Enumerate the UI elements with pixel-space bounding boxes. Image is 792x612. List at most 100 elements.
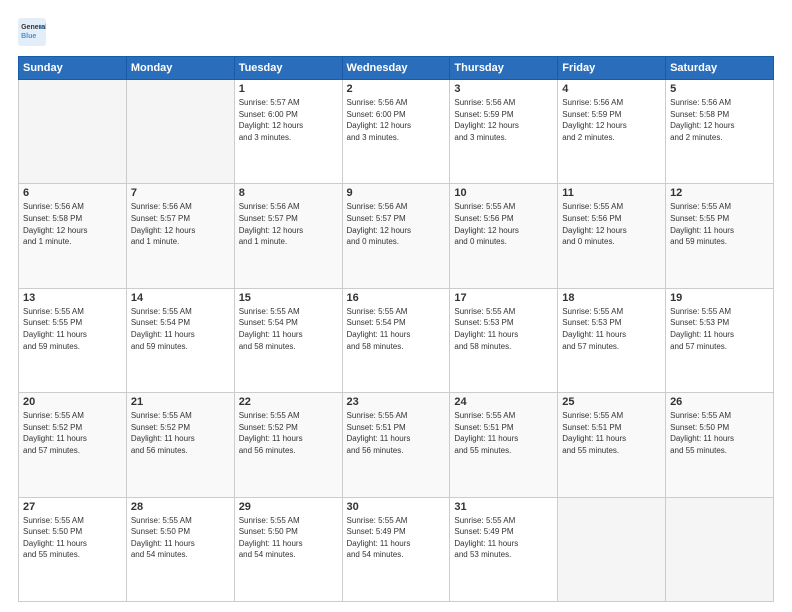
calendar-cell: 13 Sunrise: 5:55 AM Sunset: 5:55 PM Dayli…	[19, 288, 127, 392]
calendar-cell: 5Sunrise: 5:56 AM Sunset: 5:58 PM Daylig…	[666, 80, 774, 184]
day-info: Sunrise: 5:56 AM Sunset: 5:58 PM Dayligh…	[23, 201, 122, 247]
calendar-cell: 8Sunrise: 5:56 AM Sunset: 5:57 PM Daylig…	[234, 184, 342, 288]
calendar-cell: 31 Sunrise: 5:55 AM Sunset: 5:49 PM Dayli…	[450, 497, 558, 601]
day-number: 29	[239, 501, 338, 513]
calendar-cell: 19 Sunrise: 5:55 AM Sunset: 5:53 PM Dayli…	[666, 288, 774, 392]
calendar-header-monday: Monday	[126, 57, 234, 80]
day-number: 27	[23, 501, 122, 513]
day-number: 11	[562, 187, 661, 199]
calendar-cell: 20Sunrise: 5:55 AM Sunset: 5:52 PM Dayli…	[19, 393, 127, 497]
calendar-cell: 1 Sunrise: 5:57 AM Sunset: 6:00 PM Daylig…	[234, 80, 342, 184]
day-number: 3	[454, 83, 553, 95]
calendar-week-2: 6 Sunrise: 5:56 AM Sunset: 5:58 PM Daylig…	[19, 184, 774, 288]
day-info: Sunrise: 5:55 AM Sunset: 5:49 PM Dayligh…	[347, 515, 446, 561]
day-number: 14	[131, 292, 230, 304]
day-number: 1	[239, 83, 338, 95]
day-info: Sunrise: 5:55 AM Sunset: 5:51 PM Dayligh…	[562, 410, 661, 456]
calendar-week-5: 27 Sunrise: 5:55 AM Sunset: 5:50 PM Dayli…	[19, 497, 774, 601]
calendar-cell: 30Sunrise: 5:55 AM Sunset: 5:49 PM Dayli…	[342, 497, 450, 601]
calendar-cell: 25 Sunrise: 5:55 AM Sunset: 5:51 PM Dayli…	[558, 393, 666, 497]
calendar-cell: 17Sunrise: 5:55 AM Sunset: 5:53 PM Dayli…	[450, 288, 558, 392]
day-info: Sunrise: 5:55 AM Sunset: 5:50 PM Dayligh…	[23, 515, 122, 561]
calendar-cell: 6 Sunrise: 5:56 AM Sunset: 5:58 PM Daylig…	[19, 184, 127, 288]
day-number: 5	[670, 83, 769, 95]
day-number: 23	[347, 396, 446, 408]
calendar-cell: 29 Sunrise: 5:55 AM Sunset: 5:50 PM Dayli…	[234, 497, 342, 601]
day-number: 22	[239, 396, 338, 408]
calendar-cell: 24Sunrise: 5:55 AM Sunset: 5:51 PM Dayli…	[450, 393, 558, 497]
svg-text:Blue: Blue	[21, 33, 36, 40]
calendar-cell: 16 Sunrise: 5:55 AM Sunset: 5:54 PM Dayli…	[342, 288, 450, 392]
day-number: 17	[454, 292, 553, 304]
calendar-cell: 23 Sunrise: 5:55 AM Sunset: 5:51 PM Dayli…	[342, 393, 450, 497]
calendar-cell: 7 Sunrise: 5:56 AM Sunset: 5:57 PM Daylig…	[126, 184, 234, 288]
page: General Blue SundayMondayTuesdayWednesda…	[0, 0, 792, 612]
calendar-cell: 22 Sunrise: 5:55 AM Sunset: 5:52 PM Dayli…	[234, 393, 342, 497]
header: General Blue	[18, 18, 774, 46]
logo: General Blue	[18, 18, 50, 46]
day-info: Sunrise: 5:55 AM Sunset: 5:49 PM Dayligh…	[454, 515, 553, 561]
day-info: Sunrise: 5:55 AM Sunset: 5:54 PM Dayligh…	[347, 306, 446, 352]
day-number: 9	[347, 187, 446, 199]
calendar-header-sunday: Sunday	[19, 57, 127, 80]
day-info: Sunrise: 5:55 AM Sunset: 5:52 PM Dayligh…	[131, 410, 230, 456]
day-info: Sunrise: 5:55 AM Sunset: 5:54 PM Dayligh…	[239, 306, 338, 352]
day-number: 6	[23, 187, 122, 199]
calendar-header-thursday: Thursday	[450, 57, 558, 80]
day-info: Sunrise: 5:55 AM Sunset: 5:54 PM Dayligh…	[131, 306, 230, 352]
day-number: 31	[454, 501, 553, 513]
calendar-cell: 3 Sunrise: 5:56 AM Sunset: 5:59 PM Daylig…	[450, 80, 558, 184]
day-info: Sunrise: 5:55 AM Sunset: 5:53 PM Dayligh…	[670, 306, 769, 352]
day-number: 10	[454, 187, 553, 199]
calendar-header-saturday: Saturday	[666, 57, 774, 80]
day-info: Sunrise: 5:55 AM Sunset: 5:53 PM Dayligh…	[562, 306, 661, 352]
calendar-cell: 28 Sunrise: 5:55 AM Sunset: 5:50 PM Dayli…	[126, 497, 234, 601]
calendar-cell: 14 Sunrise: 5:55 AM Sunset: 5:54 PM Dayli…	[126, 288, 234, 392]
day-number: 26	[670, 396, 769, 408]
day-info: Sunrise: 5:56 AM Sunset: 5:59 PM Dayligh…	[562, 97, 661, 143]
calendar-cell: 12 Sunrise: 5:55 AM Sunset: 5:55 PM Dayli…	[666, 184, 774, 288]
day-info: Sunrise: 5:55 AM Sunset: 5:51 PM Dayligh…	[347, 410, 446, 456]
calendar-cell: 27 Sunrise: 5:55 AM Sunset: 5:50 PM Dayli…	[19, 497, 127, 601]
calendar-header-row: SundayMondayTuesdayWednesdayThursdayFrid…	[19, 57, 774, 80]
calendar-week-1: 1 Sunrise: 5:57 AM Sunset: 6:00 PM Daylig…	[19, 80, 774, 184]
day-info: Sunrise: 5:56 AM Sunset: 5:57 PM Dayligh…	[347, 201, 446, 247]
calendar-cell	[126, 80, 234, 184]
day-number: 4	[562, 83, 661, 95]
calendar-week-3: 13 Sunrise: 5:55 AM Sunset: 5:55 PM Dayli…	[19, 288, 774, 392]
calendar-cell: 10Sunrise: 5:55 AM Sunset: 5:56 PM Dayli…	[450, 184, 558, 288]
day-number: 7	[131, 187, 230, 199]
calendar-cell: 21Sunrise: 5:55 AM Sunset: 5:52 PM Dayli…	[126, 393, 234, 497]
calendar-cell: 15 Sunrise: 5:55 AM Sunset: 5:54 PM Dayli…	[234, 288, 342, 392]
day-info: Sunrise: 5:55 AM Sunset: 5:55 PM Dayligh…	[670, 201, 769, 247]
day-info: Sunrise: 5:56 AM Sunset: 5:59 PM Dayligh…	[454, 97, 553, 143]
day-info: Sunrise: 5:56 AM Sunset: 6:00 PM Dayligh…	[347, 97, 446, 143]
logo-icon: General Blue	[18, 18, 46, 46]
day-info: Sunrise: 5:55 AM Sunset: 5:55 PM Dayligh…	[23, 306, 122, 352]
day-number: 15	[239, 292, 338, 304]
calendar-week-4: 20Sunrise: 5:55 AM Sunset: 5:52 PM Dayli…	[19, 393, 774, 497]
day-number: 12	[670, 187, 769, 199]
day-number: 28	[131, 501, 230, 513]
calendar-cell	[19, 80, 127, 184]
day-number: 24	[454, 396, 553, 408]
day-info: Sunrise: 5:57 AM Sunset: 6:00 PM Dayligh…	[239, 97, 338, 143]
calendar-cell: 11 Sunrise: 5:55 AM Sunset: 5:56 PM Dayli…	[558, 184, 666, 288]
day-info: Sunrise: 5:55 AM Sunset: 5:50 PM Dayligh…	[239, 515, 338, 561]
calendar-cell	[558, 497, 666, 601]
day-number: 8	[239, 187, 338, 199]
day-number: 19	[670, 292, 769, 304]
calendar-header-wednesday: Wednesday	[342, 57, 450, 80]
day-number: 25	[562, 396, 661, 408]
day-info: Sunrise: 5:55 AM Sunset: 5:50 PM Dayligh…	[670, 410, 769, 456]
day-number: 13	[23, 292, 122, 304]
day-info: Sunrise: 5:55 AM Sunset: 5:56 PM Dayligh…	[562, 201, 661, 247]
calendar-table: SundayMondayTuesdayWednesdayThursdayFrid…	[18, 56, 774, 602]
calendar-cell: 9 Sunrise: 5:56 AM Sunset: 5:57 PM Daylig…	[342, 184, 450, 288]
day-info: Sunrise: 5:55 AM Sunset: 5:52 PM Dayligh…	[239, 410, 338, 456]
day-number: 16	[347, 292, 446, 304]
calendar-cell: 26 Sunrise: 5:55 AM Sunset: 5:50 PM Dayli…	[666, 393, 774, 497]
calendar-cell: 2Sunrise: 5:56 AM Sunset: 6:00 PM Daylig…	[342, 80, 450, 184]
day-info: Sunrise: 5:55 AM Sunset: 5:50 PM Dayligh…	[131, 515, 230, 561]
day-info: Sunrise: 5:56 AM Sunset: 5:57 PM Dayligh…	[131, 201, 230, 247]
